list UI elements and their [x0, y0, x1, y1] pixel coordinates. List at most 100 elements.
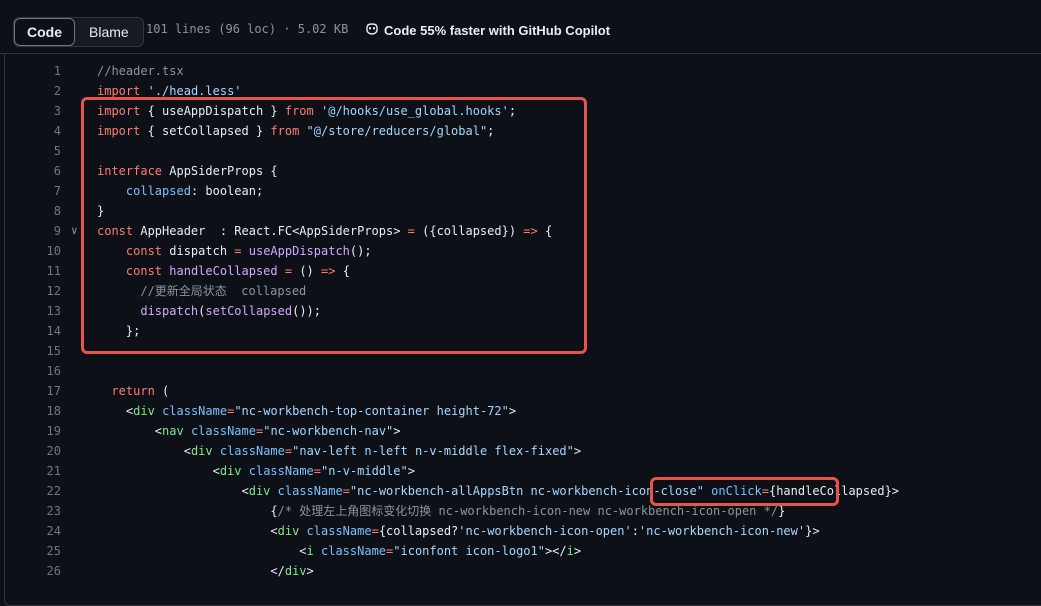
file-stats: 101 lines (96 loc) · 5.02 KB [146, 22, 349, 36]
line-number[interactable]: 12 [0, 281, 61, 301]
code-token: useAppDispatch [248, 244, 350, 258]
code-token: "iconfont icon-logo1" [393, 544, 545, 558]
code-token: {handleCollapsed}> [768, 484, 900, 498]
code-token: < [299, 544, 307, 558]
line-number[interactable]: 25 [0, 541, 61, 561]
code-line: 14 }; [0, 321, 1041, 341]
code-token: > [573, 544, 582, 558]
code-token: ></ [544, 544, 567, 558]
line-source: <nav className="nc-workbench-nav"> [97, 421, 401, 441]
line-number[interactable]: 2 [0, 81, 61, 101]
code-token: dispatch [140, 304, 199, 318]
code-line: 16 [0, 361, 1041, 381]
code-token: import [97, 104, 141, 118]
line-number[interactable]: 13 [0, 301, 61, 321]
code-token: "n-v-middle" [321, 464, 408, 478]
code-tab[interactable]: Code [14, 18, 75, 46]
code-token: < [154, 424, 163, 438]
code-token: => [321, 264, 336, 278]
line-number[interactable]: 16 [0, 361, 61, 381]
copilot-icon [364, 21, 384, 40]
line-number[interactable]: 19 [0, 421, 61, 441]
copilot-link[interactable]: Code 55% faster with GitHub Copilot [364, 21, 610, 40]
code-token: = [342, 484, 350, 498]
code-token: const [125, 264, 163, 278]
code-token: : [631, 524, 639, 538]
code-token: AppSiderProps { [162, 164, 278, 178]
code-token: const [125, 244, 163, 258]
line-number[interactable]: 4 [0, 121, 61, 141]
line-source: collapsed: boolean; [97, 181, 263, 201]
line-source: <div className={collapsed?'nc-workbench-… [97, 521, 819, 541]
code-line: 23 {/* 处理左上角图标变化切换 nc-workbench-icon-new… [0, 501, 1041, 521]
code-token: i [566, 544, 574, 558]
line-number[interactable]: 11 [0, 261, 61, 281]
code-line: 20 <div className="nav-left n-left n-v-m… [0, 441, 1041, 461]
code-token: return [111, 384, 155, 398]
blame-tab[interactable]: Blame [75, 18, 143, 46]
code-line: 24 <div className={collapsed?'nc-workben… [0, 521, 1041, 541]
line-number[interactable]: 8 [0, 201, 61, 221]
line-source: const dispatch = useAppDispatch(); [97, 241, 372, 261]
line-number[interactable]: 23 [0, 501, 61, 521]
code-token: div [277, 524, 300, 538]
code-token: "nc-workbench-nav" [263, 424, 394, 438]
code-token: (); [349, 244, 372, 258]
code-line: 18 <div className="nc-workbench-top-cont… [0, 401, 1041, 421]
line-number[interactable]: 3 [0, 101, 61, 121]
code-line: 5 [0, 141, 1041, 161]
line-number[interactable]: 17 [0, 381, 61, 401]
line-source: import { useAppDispatch } from '@/hooks/… [97, 101, 516, 121]
fold-chevron-icon[interactable]: ∨ [71, 221, 78, 241]
code-token: => [523, 224, 538, 238]
line-number[interactable]: 6 [0, 161, 61, 181]
code-line: 3 import { useAppDispatch } from '@/hooks… [0, 101, 1041, 121]
line-number[interactable]: 18 [0, 401, 61, 421]
code-line: 11 const handleCollapsed = () => { [0, 261, 1041, 281]
code-token: : boolean; [190, 184, 264, 198]
code-line: 8} [0, 201, 1041, 221]
code-token: interface [97, 164, 163, 178]
code-token: className [219, 444, 285, 458]
line-number[interactable]: 5 [0, 141, 61, 161]
code-token: { [537, 224, 553, 238]
code-token: > [306, 564, 314, 578]
code-token: ; [508, 104, 517, 118]
code-token: = [761, 484, 769, 498]
line-number[interactable]: 1 [0, 61, 61, 81]
line-number[interactable]: 9 [0, 221, 61, 241]
code-token: = [407, 224, 415, 238]
line-number[interactable]: 24 [0, 521, 61, 541]
line-number[interactable]: 26 [0, 561, 61, 581]
line-number[interactable]: 22 [0, 481, 61, 501]
code-token: div [219, 464, 242, 478]
code-line: 22 <div className="nc-workbench-allAppsB… [0, 481, 1041, 501]
line-number[interactable]: 20 [0, 441, 61, 461]
file-toolbar: Code Blame 101 lines (96 loc) · 5.02 KB … [0, 0, 1041, 54]
line-number[interactable]: 21 [0, 461, 61, 481]
code-token: } [97, 204, 105, 218]
line-number[interactable]: 10 [0, 241, 61, 261]
code-token: className [321, 544, 387, 558]
code-token: > [508, 404, 517, 418]
code-token: import [97, 124, 141, 138]
code-token: AppHeader : React.FC<AppSiderProps> [133, 224, 408, 238]
line-number[interactable]: 7 [0, 181, 61, 201]
code-token: ( [154, 384, 170, 398]
code-token: from [270, 124, 300, 138]
line-number[interactable]: 14 [0, 321, 61, 341]
line-number[interactable]: 15 [0, 341, 61, 361]
code-token: { [335, 264, 350, 278]
code-token: from [284, 104, 314, 118]
